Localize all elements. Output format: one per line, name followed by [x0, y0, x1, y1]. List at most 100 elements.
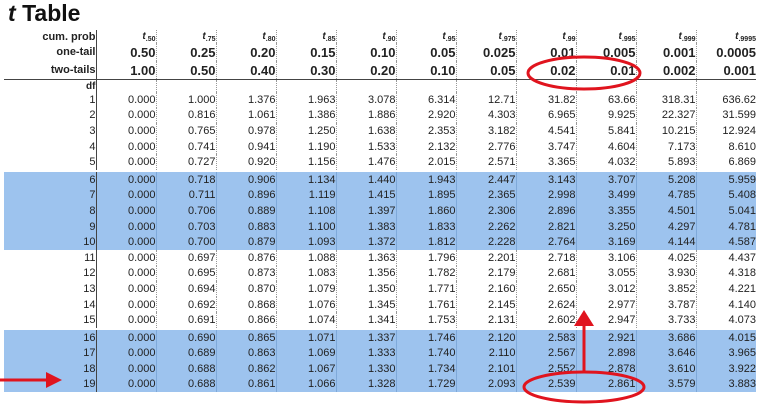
value-cell: 0.691: [156, 312, 217, 329]
value-cell: 1.771: [396, 281, 457, 297]
value-cell: 4.318: [728, 267, 756, 280]
value-cell: 2.132: [396, 138, 457, 155]
table-row: 19 0.000 0.688 0.861 1.066 1.328 1.729 2.093 2.5…: [4, 376, 756, 393]
value-cell: 3.169: [576, 234, 637, 250]
value-cell: 4.025: [636, 249, 697, 266]
value-cell: 0.920: [216, 154, 277, 171]
two-tails-cell: 0.05: [456, 61, 517, 80]
value-cell: 4.437: [728, 251, 756, 264]
value-cell: 2.861: [576, 376, 637, 393]
value-cell: 2.447: [456, 169, 517, 188]
value-cell: 3.707: [576, 169, 637, 188]
value-cell: 0.700: [156, 234, 217, 250]
df-cell: 13: [4, 281, 97, 297]
value-cell: 5.041: [696, 203, 756, 219]
value-cell: 1.383: [336, 218, 397, 235]
value-cell: 0.866: [216, 312, 277, 329]
one-tail-cell: 0.20: [216, 43, 277, 61]
value-cell: 0.690: [156, 327, 217, 346]
cum-prob-cell: t.80: [216, 30, 277, 43]
value-cell: 4.032: [576, 154, 637, 171]
table-row: 1 0.000 1.000 1.376 1.963 3.078 6.314 12.71 31.8…: [4, 92, 756, 108]
value-cell: 0.000: [96, 345, 157, 362]
df-cell: 1: [4, 92, 97, 108]
value-cell: 1.376: [216, 92, 277, 108]
two-tails-cell: 1.00: [96, 61, 157, 80]
value-cell: 0.000: [96, 234, 157, 250]
df-cell: 4: [4, 138, 97, 155]
table-row: 4 0.000 0.741 0.941 1.190 1.533 2.132 2.776 3.74…: [4, 138, 756, 155]
value-cell: 318.31: [636, 92, 697, 108]
value-cell: 3.250: [576, 218, 637, 235]
cum-prob-cell: t.95: [396, 30, 457, 43]
value-cell: 2.602: [516, 312, 577, 329]
df-header-spacer: [276, 79, 337, 92]
value-cell: 3.365: [516, 154, 577, 171]
value-cell: 22.327: [636, 107, 697, 124]
value-cell: 12.71: [456, 92, 517, 108]
df-header-row: df: [4, 79, 756, 93]
value-cell: 1.333: [336, 345, 397, 362]
value-cell: 1.061: [216, 107, 277, 124]
df-header-spacer: [336, 79, 397, 92]
value-cell: 2.567: [516, 345, 577, 362]
two-tails-label: two-tails: [4, 61, 97, 80]
value-cell: 1.372: [336, 234, 397, 250]
value-cell: 1.740: [396, 345, 457, 362]
cum-prob-subscript: .999: [681, 35, 696, 43]
value-cell: 1.088: [276, 249, 337, 266]
cum-prob-row: cum. prob t.50 t.75 t.80 t.85 t.90 t.95 t.975 t…: [4, 30, 756, 43]
value-cell: 4.604: [576, 138, 637, 155]
value-cell: 1.963: [276, 92, 337, 108]
value-cell: 1.761: [396, 296, 457, 313]
value-cell: 0.688: [156, 361, 217, 377]
value-cell: 4.297: [636, 218, 697, 235]
value-cell: 1.812: [396, 234, 457, 250]
value-cell: 2.110: [456, 345, 517, 362]
value-cell: 4.587: [696, 234, 756, 250]
two-tails-cell: 0.50: [156, 61, 217, 80]
cum-prob-subscript: .9995: [738, 35, 756, 43]
value-cell: 0.000: [96, 361, 157, 377]
value-cell: 1.071: [276, 327, 337, 346]
value-cell: 1.345: [336, 296, 397, 313]
title-rest: Table: [22, 0, 81, 26]
table-row: 7 0.000 0.711 0.896 1.119 1.415 1.895 2.365 2.99…: [4, 187, 756, 204]
df-cell: 2: [4, 107, 97, 124]
value-cell: 0.694: [156, 281, 217, 297]
df-cell: 18: [4, 361, 97, 377]
df-header-spacer: [396, 79, 457, 92]
value-cell: 0.718: [156, 169, 217, 188]
df-cell: 15: [4, 312, 97, 329]
table-row: 11 0.000 0.697 0.876 1.088 1.363 1.796 2.201 2.7…: [4, 249, 756, 266]
cum-prob-cell: t.999: [636, 30, 697, 43]
value-cell: 0.000: [96, 203, 157, 219]
value-cell: 1.190: [276, 138, 337, 155]
value-cell: 5.959: [696, 169, 756, 188]
one-tail-cell: 0.0005: [716, 44, 756, 60]
value-cell: 0.692: [156, 296, 217, 313]
value-cell: 1.134: [276, 169, 337, 188]
cum-prob-subscript: .90: [385, 35, 396, 43]
value-cell: 1.066: [276, 376, 337, 393]
value-cell: 0.000: [96, 218, 157, 235]
value-cell: 0.896: [216, 187, 277, 204]
value-cell: 0.000: [96, 154, 157, 171]
value-cell: 3.733: [636, 312, 697, 329]
value-cell: 0.697: [156, 249, 217, 266]
value-cell: 1.363: [336, 249, 397, 266]
df-cell: 12: [4, 265, 97, 282]
t-table-body: cum. prob t.50 t.75 t.80 t.85 t.90 t.95 t.975 t…: [4, 30, 756, 393]
value-cell: 1.250: [276, 123, 337, 139]
cum-prob-cell: t.50: [96, 30, 157, 43]
df-header-spacer: [696, 80, 756, 93]
value-cell: 2.920: [396, 107, 457, 124]
value-cell: 1.415: [336, 187, 397, 204]
cum-prob-cell: t.85: [276, 30, 337, 43]
table-row: 9 0.000 0.703 0.883 1.100 1.383 1.833 2.262 2.82…: [4, 218, 756, 235]
value-cell: 1.350: [336, 281, 397, 297]
value-cell: 1.895: [396, 187, 457, 204]
page-title: t Table: [8, 0, 80, 27]
one-tail-cell: 0.025: [456, 43, 517, 61]
value-cell: 4.501: [636, 203, 697, 219]
